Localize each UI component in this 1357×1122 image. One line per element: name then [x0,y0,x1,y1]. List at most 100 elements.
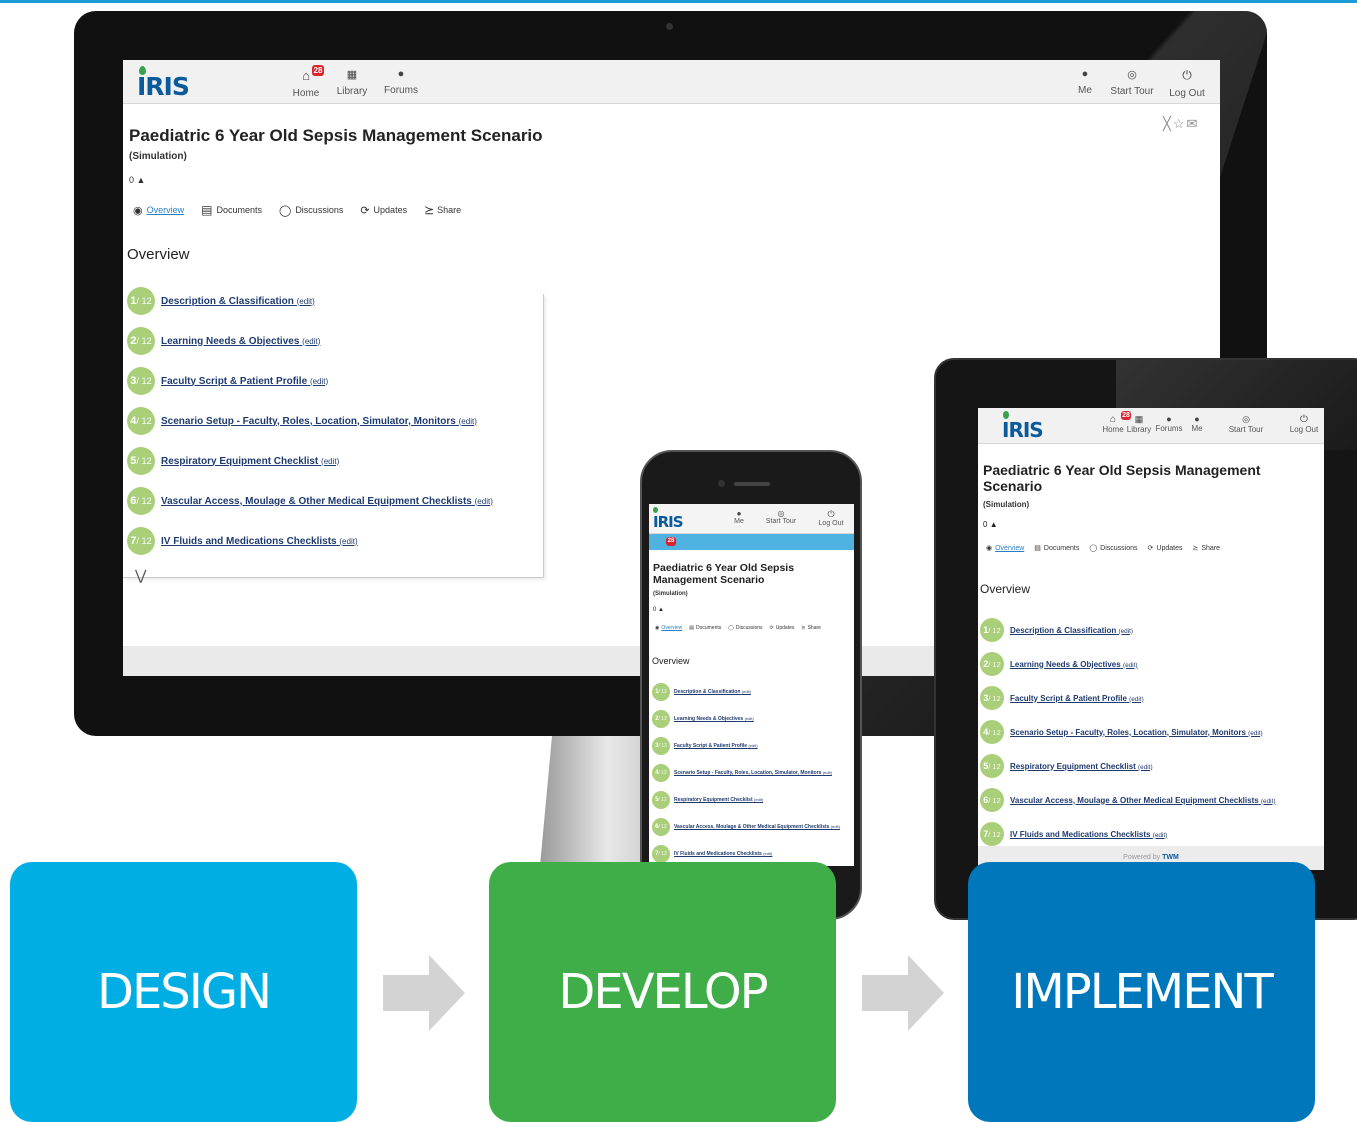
step-link[interactable]: Description & Classification (edit) [161,296,315,307]
phone-step-link[interactable]: IV Fluids and Medications Checklists (ed… [674,851,772,857]
phone-nav-log-out[interactable]: ⏻ Log Out [813,509,849,527]
phone-step-item[interactable]: 2/ 12 Learning Needs & Objectives (edit) [652,710,754,728]
phone-edit-link[interactable]: (edit) [742,689,751,694]
tablet-edit-link[interactable]: (edit) [1153,832,1168,839]
phone-step-item[interactable]: 5/ 12 Respiratory Equipment Checklist (ed… [652,791,763,809]
phone-edit-link[interactable]: (edit) [823,770,832,775]
tablet-edit-link[interactable]: (edit) [1118,628,1133,635]
tablet-tab-overview[interactable]: ◉ Overview [986,544,1024,553]
step-link[interactable]: Vascular Access, Moulage & Other Medical… [161,496,493,507]
phone-step-link[interactable]: Respiratory Equipment Checklist (edit) [674,797,763,803]
tablet-step-link[interactable]: Scenario Setup - Faculty, Roles, Locatio… [1010,728,1263,737]
phone-edit-link[interactable]: (edit) [754,797,763,802]
step-item[interactable]: 5/ 12 Respiratory Equipment Checklist (ed… [127,447,339,475]
step-item[interactable]: 1/ 12 Description & Classification (edit) [127,287,315,315]
phone-step-item[interactable]: 7/ 12 IV Fluids and Medications Checklist… [652,845,772,863]
phone-edit-link[interactable]: (edit) [748,743,757,748]
tablet-step-link[interactable]: Learning Needs & Objectives (edit) [1010,660,1138,669]
tablet-nav-library[interactable]: ▦ Library [1126,414,1152,434]
phone-tab-discussions[interactable]: ◯ Discussions [728,625,762,631]
edit-link[interactable]: (edit) [459,417,477,426]
tablet-edit-link[interactable]: (edit) [1138,764,1153,771]
edit-link[interactable]: (edit) [310,377,328,386]
tablet-step-item[interactable]: 3/ 12 Faculty Script & Patient Profile (e… [980,686,1144,710]
phone-tab-updates[interactable]: ⟳ Updates [770,625,795,631]
step-item[interactable]: 4/ 12 Scenario Setup - Faculty, Roles, Lo… [127,407,477,435]
tablet-likes[interactable]: 0 ▲ [983,520,998,529]
tablet-step-item[interactable]: 5/ 12 Respiratory Equipment Checklist (ed… [980,754,1153,778]
nav-start-tour[interactable]: ◎ Start Tour [1107,68,1157,99]
likes[interactable]: 0 ▲ [129,175,145,185]
nav-library[interactable]: ▦ Library [335,68,369,99]
tablet-step-link[interactable]: Faculty Script & Patient Profile (edit) [1010,694,1144,703]
step-item[interactable]: 2/ 12 Learning Needs & Objectives (edit) [127,327,320,355]
phone-step-link[interactable]: Learning Needs & Objectives (edit) [674,716,754,722]
nav-forums[interactable]: ● Forums [383,68,419,98]
tablet-share-icon: ⪰ [1192,545,1199,552]
tablet-step-link[interactable]: Vascular Access, Moulage & Other Medical… [1010,796,1275,805]
edit-link[interactable]: (edit) [302,337,320,346]
phone-step-link[interactable]: Faculty Script & Patient Profile (edit) [674,743,758,749]
step-link[interactable]: Faculty Script & Patient Profile (edit) [161,376,328,387]
tablet-nav-me[interactable]: ● Me [1186,414,1208,433]
step-item[interactable]: 7/ 12 IV Fluids and Medications Checklist… [127,527,358,555]
tablet-step-item[interactable]: 4/ 12 Scenario Setup - Faculty, Roles, Lo… [980,720,1263,744]
tablet-edit-link[interactable]: (edit) [1261,798,1276,805]
tablet-step-item[interactable]: 1/ 12 Description & Classification (edit) [980,618,1133,642]
tab-discussions[interactable]: ◯ Discussions [279,204,343,217]
tablet-nav-log-out[interactable]: ⏻ Log Out [1286,414,1322,434]
edit-link[interactable]: (edit) [297,297,315,306]
phone-notification-badge[interactable]: 28 [666,537,676,546]
phone-step-link[interactable]: Vascular Access, Moulage & Other Medical… [674,824,840,830]
phone-edit-link[interactable]: (edit) [763,851,772,856]
tablet-step-link[interactable]: Description & Classification (edit) [1010,626,1133,635]
phone-tab-share[interactable]: ⪰ Share [801,625,821,631]
tab-documents[interactable]: ▤ Documents [201,203,262,217]
step-link[interactable]: Scenario Setup - Faculty, Roles, Locatio… [161,416,477,427]
tablet-nav-start-tour[interactable]: ◎ Start Tour [1224,414,1268,434]
tablet-edit-link[interactable]: (edit) [1129,696,1144,703]
edit-link[interactable]: (edit) [321,457,339,466]
phone-nav-start-tour[interactable]: ◎ Start Tour [759,509,803,525]
tablet-tab-documents[interactable]: ▤ Documents [1034,544,1079,553]
phone-step-item[interactable]: 6/ 12 Vascular Access, Moulage & Other Me… [652,818,840,836]
edit-link[interactable]: (edit) [475,497,493,506]
nav-me[interactable]: ● Me [1071,68,1099,98]
step-link[interactable]: Respiratory Equipment Checklist (edit) [161,456,339,467]
phone-step-item[interactable]: 3/ 12 Faculty Script & Patient Profile (e… [652,737,758,755]
nav-log-out[interactable]: ⏻ Log Out [1167,68,1207,101]
tablet-tab-updates[interactable]: ⟳ Updates [1148,544,1183,553]
phone-tab-overview[interactable]: ◉ Overview [655,625,682,631]
step-item[interactable]: 6/ 12 Vascular Access, Moulage & Other Me… [127,487,493,515]
tablet-edit-link[interactable]: (edit) [1123,662,1138,669]
step-link[interactable]: Learning Needs & Objectives (edit) [161,336,320,347]
phone-nav-me[interactable]: ● Me [727,509,751,525]
step-link[interactable]: IV Fluids and Medications Checklists (ed… [161,536,358,547]
tablet-step-item[interactable]: 6/ 12 Vascular Access, Moulage & Other Me… [980,788,1275,812]
expand-chevron-icon[interactable]: ⋁ [135,567,146,584]
phone-edit-link[interactable]: (edit) [831,824,840,829]
phone-step-item[interactable]: 4/ 12 Scenario Setup - Faculty, Roles, Lo… [652,764,832,782]
tablet-step-link[interactable]: IV Fluids and Medications Checklists (ed… [1010,830,1167,839]
tab-overview[interactable]: ◉ Overview [133,204,184,217]
tablet-tab-share[interactable]: ⪰ Share [1192,544,1220,553]
edit-link[interactable]: (edit) [339,537,357,546]
tablet-edit-link[interactable]: (edit) [1248,730,1263,737]
tablet-nav-forums[interactable]: ● Forums [1154,414,1184,433]
step-item[interactable]: 3/ 12 Faculty Script & Patient Profile (e… [127,367,328,395]
phone-step-link[interactable]: Description & Classification (edit) [674,689,751,695]
phone-edit-link[interactable]: (edit) [745,716,754,721]
tablet-nav-start-tour-label: Start Tour [1228,425,1264,434]
tab-share[interactable]: ⪰ Share [424,203,461,217]
phone-step-link[interactable]: Scenario Setup - Faculty, Roles, Locatio… [674,770,832,776]
tablet-tab-discussions[interactable]: ◯ Discussions [1089,544,1137,553]
phone-step-number-badge: 4/ 12 [652,764,670,782]
action-icons[interactable]: ╳☆✉ [1163,116,1199,132]
tab-updates[interactable]: ⟳ Updates [360,204,407,217]
tablet-step-link[interactable]: Respiratory Equipment Checklist (edit) [1010,762,1153,771]
tablet-step-item[interactable]: 2/ 12 Learning Needs & Objectives (edit) [980,652,1138,676]
phone-step-item[interactable]: 1/ 12 Description & Classification (edit) [652,683,751,701]
tablet-step-item[interactable]: 7/ 12 IV Fluids and Medications Checklist… [980,822,1167,846]
phone-likes[interactable]: 0 ▲ [653,607,664,613]
phone-tab-documents[interactable]: ▤ Documents [689,625,721,631]
